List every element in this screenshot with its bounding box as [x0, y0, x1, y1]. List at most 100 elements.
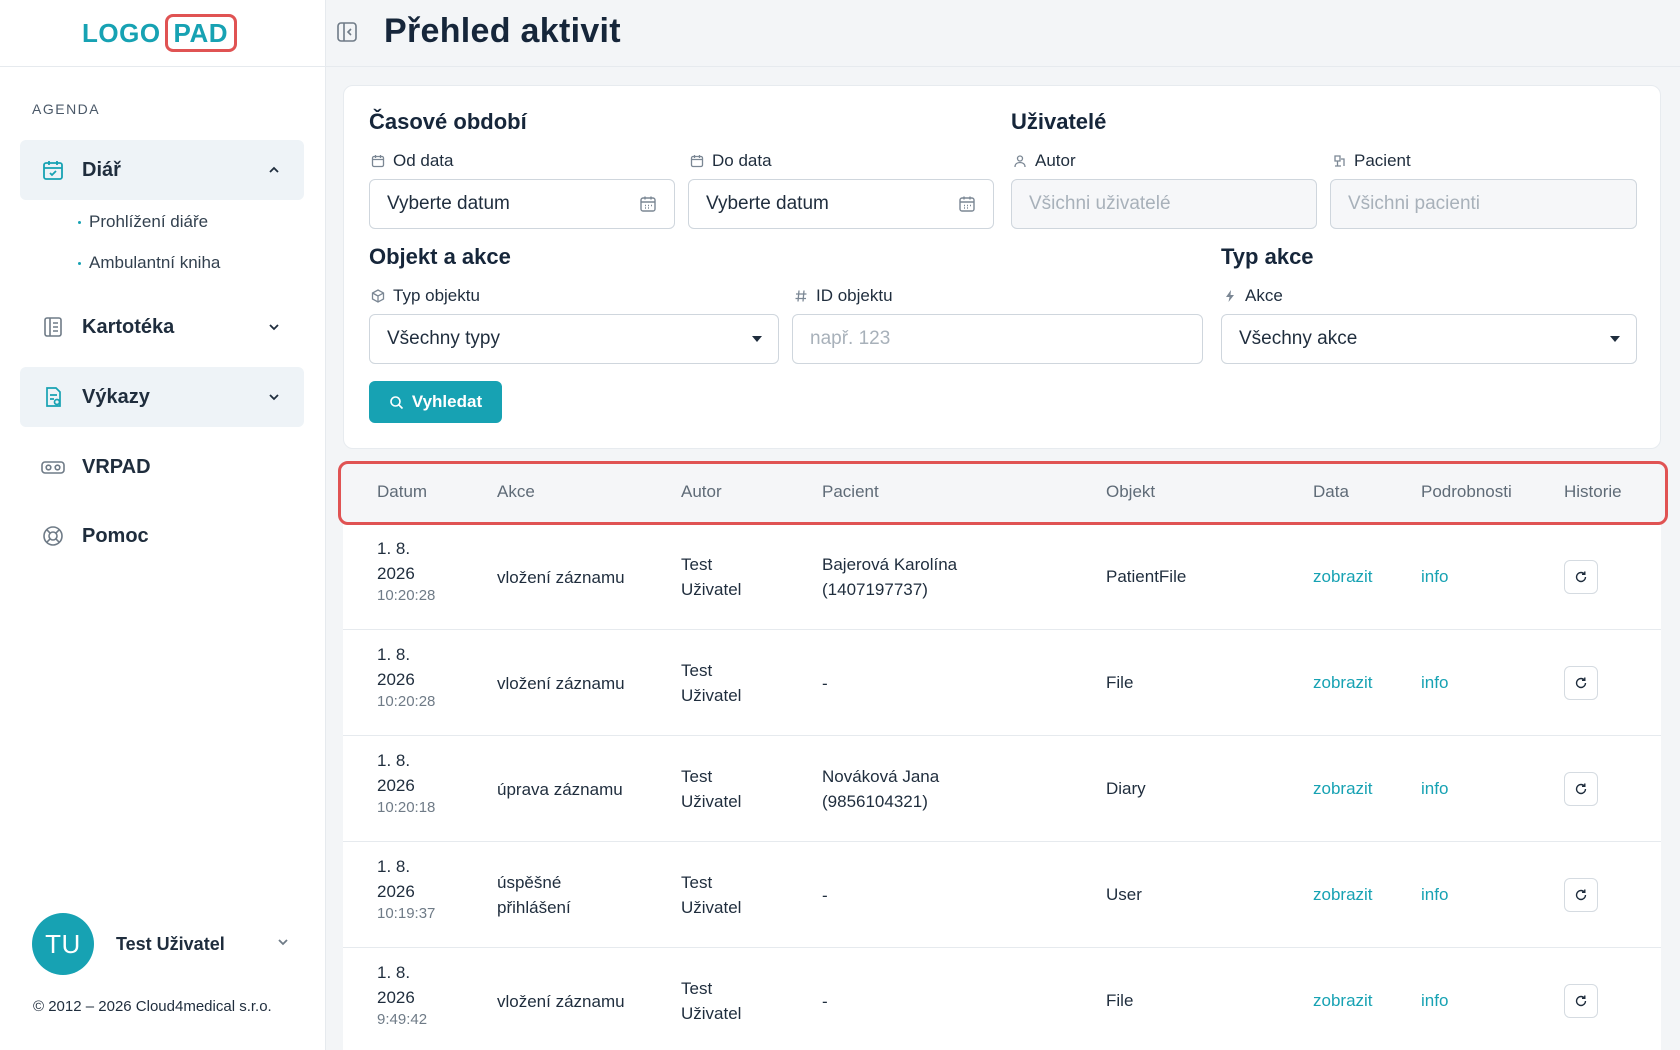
sidebar-item-label: VRPAD — [82, 455, 151, 478]
patient-cell-line: - — [822, 673, 828, 693]
bullet-dot — [78, 262, 81, 266]
patient-cell: - — [822, 883, 828, 908]
action-select[interactable]: Všechny akce — [1221, 314, 1637, 364]
logo-text: LOGO — [81, 17, 161, 48]
logo-area: LOGO PAD — [0, 0, 325, 67]
sidebar-item-vykazy[interactable]: Výkazy — [20, 367, 304, 427]
show-data-link[interactable]: zobrazit — [1313, 564, 1373, 589]
author-cell-line: Uživatel — [681, 792, 742, 811]
search-icon — [389, 395, 404, 410]
sidebar-item-label: Kartotéka — [82, 315, 175, 338]
info-link[interactable]: info — [1421, 776, 1448, 801]
info-link[interactable]: info — [1421, 882, 1448, 907]
patient-cell-line: - — [822, 885, 828, 905]
sidebar-collapse-icon[interactable] — [336, 21, 360, 45]
history-icon — [1574, 888, 1588, 902]
history-button[interactable] — [1564, 984, 1598, 1018]
patient-cell: Bajerová Karolína (1407197737) — [822, 552, 957, 602]
author-cell: Test Uživatel — [681, 658, 741, 708]
sidebar-subitem-ambulantni-kniha[interactable]: Ambulantní kniha — [78, 253, 220, 273]
date-time: 10:19:37 — [377, 905, 436, 922]
user-menu[interactable]: TU Test Uživatel — [32, 913, 302, 975]
address-book-icon — [40, 314, 66, 340]
date-year: 2026 — [377, 882, 415, 901]
history-button[interactable] — [1564, 560, 1598, 594]
caret-down-icon — [1610, 336, 1620, 342]
patient-cell-line: (9856104321) — [822, 792, 928, 811]
search-button[interactable]: Vyhledat — [369, 381, 502, 423]
date-year: 2026 — [377, 776, 415, 795]
show-data-link[interactable]: zobrazit — [1313, 988, 1373, 1013]
calendar-icon — [369, 152, 387, 170]
author-cell: Test Uživatel — [681, 976, 741, 1026]
action-cell-line: úprava záznamu — [497, 779, 623, 799]
report-icon — [40, 384, 66, 410]
date-time: 10:20:28 — [377, 587, 436, 604]
history-button[interactable] — [1564, 772, 1598, 806]
input-placeholder: např. 123 — [810, 328, 891, 349]
author-cell-line: Test — [681, 555, 713, 574]
header: Přehled aktivit — [326, 0, 1680, 67]
chevron-down-icon — [264, 317, 284, 337]
date-cell: 1. 8. 2026 10:20:28 — [377, 642, 435, 712]
sidebar-item-diar[interactable]: Diář — [20, 140, 304, 200]
object-type-select[interactable]: Všechny typy — [369, 314, 779, 364]
author-cell-line: Test — [681, 767, 713, 786]
sidebar-item-vrpad[interactable]: VRPAD — [20, 437, 304, 497]
show-data-link[interactable]: zobrazit — [1313, 882, 1373, 907]
sidebar-item-label: Diář — [82, 158, 121, 181]
input-placeholder: Všichni pacienti — [1348, 193, 1481, 214]
calendar-check-icon — [40, 157, 66, 183]
group-title-object: Objekt a akce — [369, 244, 511, 269]
table-row: 1. 8. 2026 10:20:18 úprava záznamu Test Uživa… — [343, 736, 1661, 842]
from-date-input[interactable]: Vyberte datum — [369, 179, 675, 229]
show-data-link[interactable]: zobrazit — [1313, 776, 1373, 801]
date-day: 1. 8. — [377, 963, 411, 982]
date-day: 1. 8. — [377, 751, 411, 770]
calendar-icon[interactable] — [957, 194, 977, 214]
sidebar-subitem-prohlizeni[interactable]: Prohlížení diáře — [78, 212, 208, 232]
patient-cell: - — [822, 671, 828, 696]
calendar-icon — [688, 152, 706, 170]
date-day: 1. 8. — [377, 857, 411, 876]
bullet-dot — [78, 221, 81, 225]
date-time: 10:20:18 — [377, 799, 436, 816]
info-link[interactable]: info — [1421, 564, 1448, 589]
object-cell: File — [1106, 673, 1134, 692]
history-button[interactable] — [1564, 878, 1598, 912]
author-cell-line: Uživatel — [681, 898, 742, 917]
calendar-icon[interactable] — [638, 194, 658, 214]
sidebar-subitem-label: Ambulantní kniha — [89, 253, 221, 272]
object-cell: Diary — [1106, 779, 1146, 798]
section-label-agenda: AGENDA — [32, 101, 101, 117]
author-cell-line: Uživatel — [681, 580, 742, 599]
sidebar-item-kartoteka[interactable]: Kartotéka — [20, 297, 304, 357]
select-value: Všechny typy — [387, 328, 500, 349]
date-cell: 1. 8. 2026 10:20:28 — [377, 536, 435, 606]
sidebar: LOGO PAD AGENDA Diář Prohlížení diáře Am… — [0, 0, 326, 1050]
group-title-action-type: Typ akce — [1221, 244, 1314, 269]
info-link[interactable]: info — [1421, 988, 1448, 1013]
author-select[interactable]: Všichni uživatelé — [1011, 179, 1317, 229]
history-button[interactable] — [1564, 666, 1598, 700]
label-patient: Pacient — [1330, 151, 1411, 171]
patient-select[interactable]: Všichni pacienti — [1330, 179, 1637, 229]
table-row: 1. 8. 2026 10:19:37 úspěšné přihlášení Test Už… — [343, 842, 1661, 948]
action-cell: vložení záznamu — [497, 565, 625, 590]
label-object-id: ID objektu — [792, 286, 893, 306]
action-cell-line: přihlášení — [497, 898, 571, 917]
filter-card: Časové období Od data Vyberte datum Do d… — [343, 85, 1661, 449]
copyright: © 2012 – 2026 Cloud4medical s.r.o. — [33, 998, 272, 1015]
logo[interactable]: LOGO PAD — [81, 14, 238, 52]
object-id-input[interactable]: např. 123 — [792, 314, 1203, 364]
object-cell: File — [1106, 991, 1134, 1010]
show-data-link[interactable]: zobrazit — [1313, 670, 1373, 695]
sidebar-item-pomoc[interactable]: Pomoc — [20, 506, 304, 566]
info-link[interactable]: info — [1421, 670, 1448, 695]
history-icon — [1574, 994, 1588, 1008]
label-text: ID objektu — [816, 286, 893, 305]
sidebar-subitem-label: Prohlížení diáře — [89, 212, 209, 231]
to-date-input[interactable]: Vyberte datum — [688, 179, 994, 229]
author-cell-line: Uživatel — [681, 686, 742, 705]
author-cell-line: Test — [681, 873, 713, 892]
